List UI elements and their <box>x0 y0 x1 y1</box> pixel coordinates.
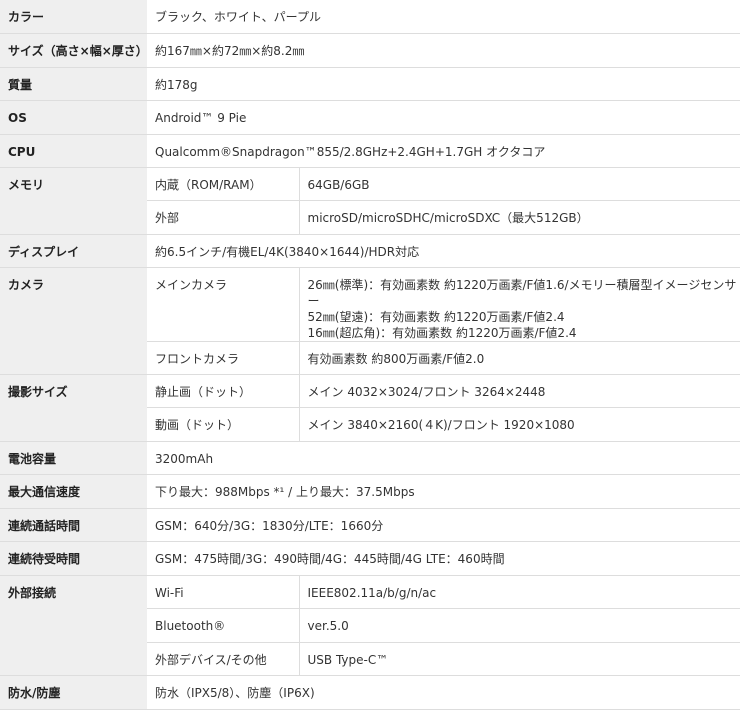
spec-sublabel: 動画（ドット） <box>147 407 300 442</box>
spec-row-battery: 電池容量 3200mAh <box>0 441 740 475</box>
spec-row-standby: 連続待受時間 GSM：475時間/3G：490時間/4G：445時間/4G LT… <box>0 541 740 576</box>
spec-value: microSD/microSDHC/microSDXC（最大512GB） <box>299 200 740 235</box>
spec-label: CPU <box>0 134 147 168</box>
spec-row-weight: 質量 約178g <box>0 67 740 101</box>
spec-value: Android™ 9 Pie <box>147 100 740 135</box>
spec-value: 約178g <box>147 67 740 101</box>
spec-row-camera-main: カメラ メインカメラ 26㎜(標準)：有効画素数 約1220万画素/F値1.6/… <box>0 267 740 375</box>
spec-label: 最大通信速度 <box>0 474 147 509</box>
spec-row-cpu: CPU Qualcomm®Snapdragon™855/2.8GHz+2.4GH… <box>0 134 740 168</box>
spec-label: ディスプレイ <box>0 234 147 268</box>
spec-label: メモリ <box>0 167 147 235</box>
spec-value: ブラック、ホワイト、パープル <box>147 0 740 34</box>
spec-label: OS <box>0 100 147 135</box>
spec-sublabel: メインカメラ <box>147 267 300 342</box>
spec-sublabel: Wi-Fi <box>147 575 300 609</box>
spec-value: 約6.5インチ/有機EL/4K(3840×1644)/HDR対応 <box>147 234 740 268</box>
spec-sublabel: 内蔵（ROM/RAM） <box>147 167 300 201</box>
spec-row-ext-wifi: 外部接続 Wi-Fi IEEE802.11a/b/g/n/ac <box>0 575 740 676</box>
spec-label: 電池容量 <box>0 441 147 475</box>
spec-value: 3200mAh <box>147 441 740 475</box>
spec-table: カラー ブラック、ホワイト、パープル サイズ（高さ×幅×厚さ） 約167㎜×約7… <box>0 0 740 710</box>
spec-sublabel: 外部 <box>147 200 300 235</box>
spec-value: 64GB/6GB <box>299 167 740 201</box>
spec-value: IEEE802.11a/b/g/n/ac <box>299 575 740 609</box>
spec-value: GSM：640分/3G：1830分/LTE：1660分 <box>147 508 740 542</box>
spec-value: 下り最大：988Mbps *¹ / 上り最大：37.5Mbps <box>147 474 740 509</box>
spec-label: 連続待受時間 <box>0 541 147 576</box>
spec-label: カメラ <box>0 267 147 375</box>
spec-row-color: カラー ブラック、ホワイト、パープル <box>0 0 740 34</box>
spec-value: USB Type-C™ <box>299 642 740 676</box>
spec-row-speed: 最大通信速度 下り最大：988Mbps *¹ / 上り最大：37.5Mbps <box>0 474 740 509</box>
spec-value: メイン 4032×3024/フロント 3264×2448 <box>299 374 740 408</box>
spec-sublabel: 外部デバイス/その他 <box>147 642 300 676</box>
spec-value: メイン 3840×2160(４K)/フロント 1920×1080 <box>299 407 740 442</box>
spec-row-size: サイズ（高さ×幅×厚さ） 約167㎜×約72㎜×約8.2㎜ <box>0 33 740 68</box>
spec-value: Qualcomm®Snapdragon™855/2.8GHz+2.4GH+1.7… <box>147 134 740 168</box>
spec-value: 26㎜(標準)：有効画素数 約1220万画素/F値1.6/メモリー積層型イメージ… <box>299 267 740 342</box>
spec-row-display: ディスプレイ 約6.5インチ/有機EL/4K(3840×1644)/HDR対応 <box>0 234 740 268</box>
spec-value: GSM：475時間/3G：490時間/4G：445時間/4G LTE：460時間 <box>147 541 740 576</box>
spec-sublabel: Bluetooth® <box>147 608 300 643</box>
spec-row-memory-internal: メモリ 内蔵（ROM/RAM） 64GB/6GB <box>0 167 740 235</box>
spec-label: 連続通話時間 <box>0 508 147 542</box>
spec-label: サイズ（高さ×幅×厚さ） <box>0 33 148 68</box>
spec-label: 外部接続 <box>0 575 147 676</box>
spec-row-capture-still: 撮影サイズ 静止画（ドット） メイン 4032×3024/フロント 3264×2… <box>0 374 740 442</box>
spec-row-talk: 連続通話時間 GSM：640分/3G：1830分/LTE：1660分 <box>0 508 740 542</box>
spec-value: ver.5.0 <box>299 608 740 643</box>
spec-value: 約167㎜×約72㎜×約8.2㎜ <box>147 33 740 68</box>
spec-row-os: OS Android™ 9 Pie <box>0 100 740 135</box>
spec-sublabel: フロントカメラ <box>147 341 300 375</box>
spec-label: カラー <box>0 0 147 34</box>
spec-value: 有効画素数 約800万画素/F値2.0 <box>299 341 740 375</box>
spec-label: 質量 <box>0 67 147 101</box>
spec-sublabel: 静止画（ドット） <box>147 374 300 408</box>
spec-label: 撮影サイズ <box>0 374 147 442</box>
